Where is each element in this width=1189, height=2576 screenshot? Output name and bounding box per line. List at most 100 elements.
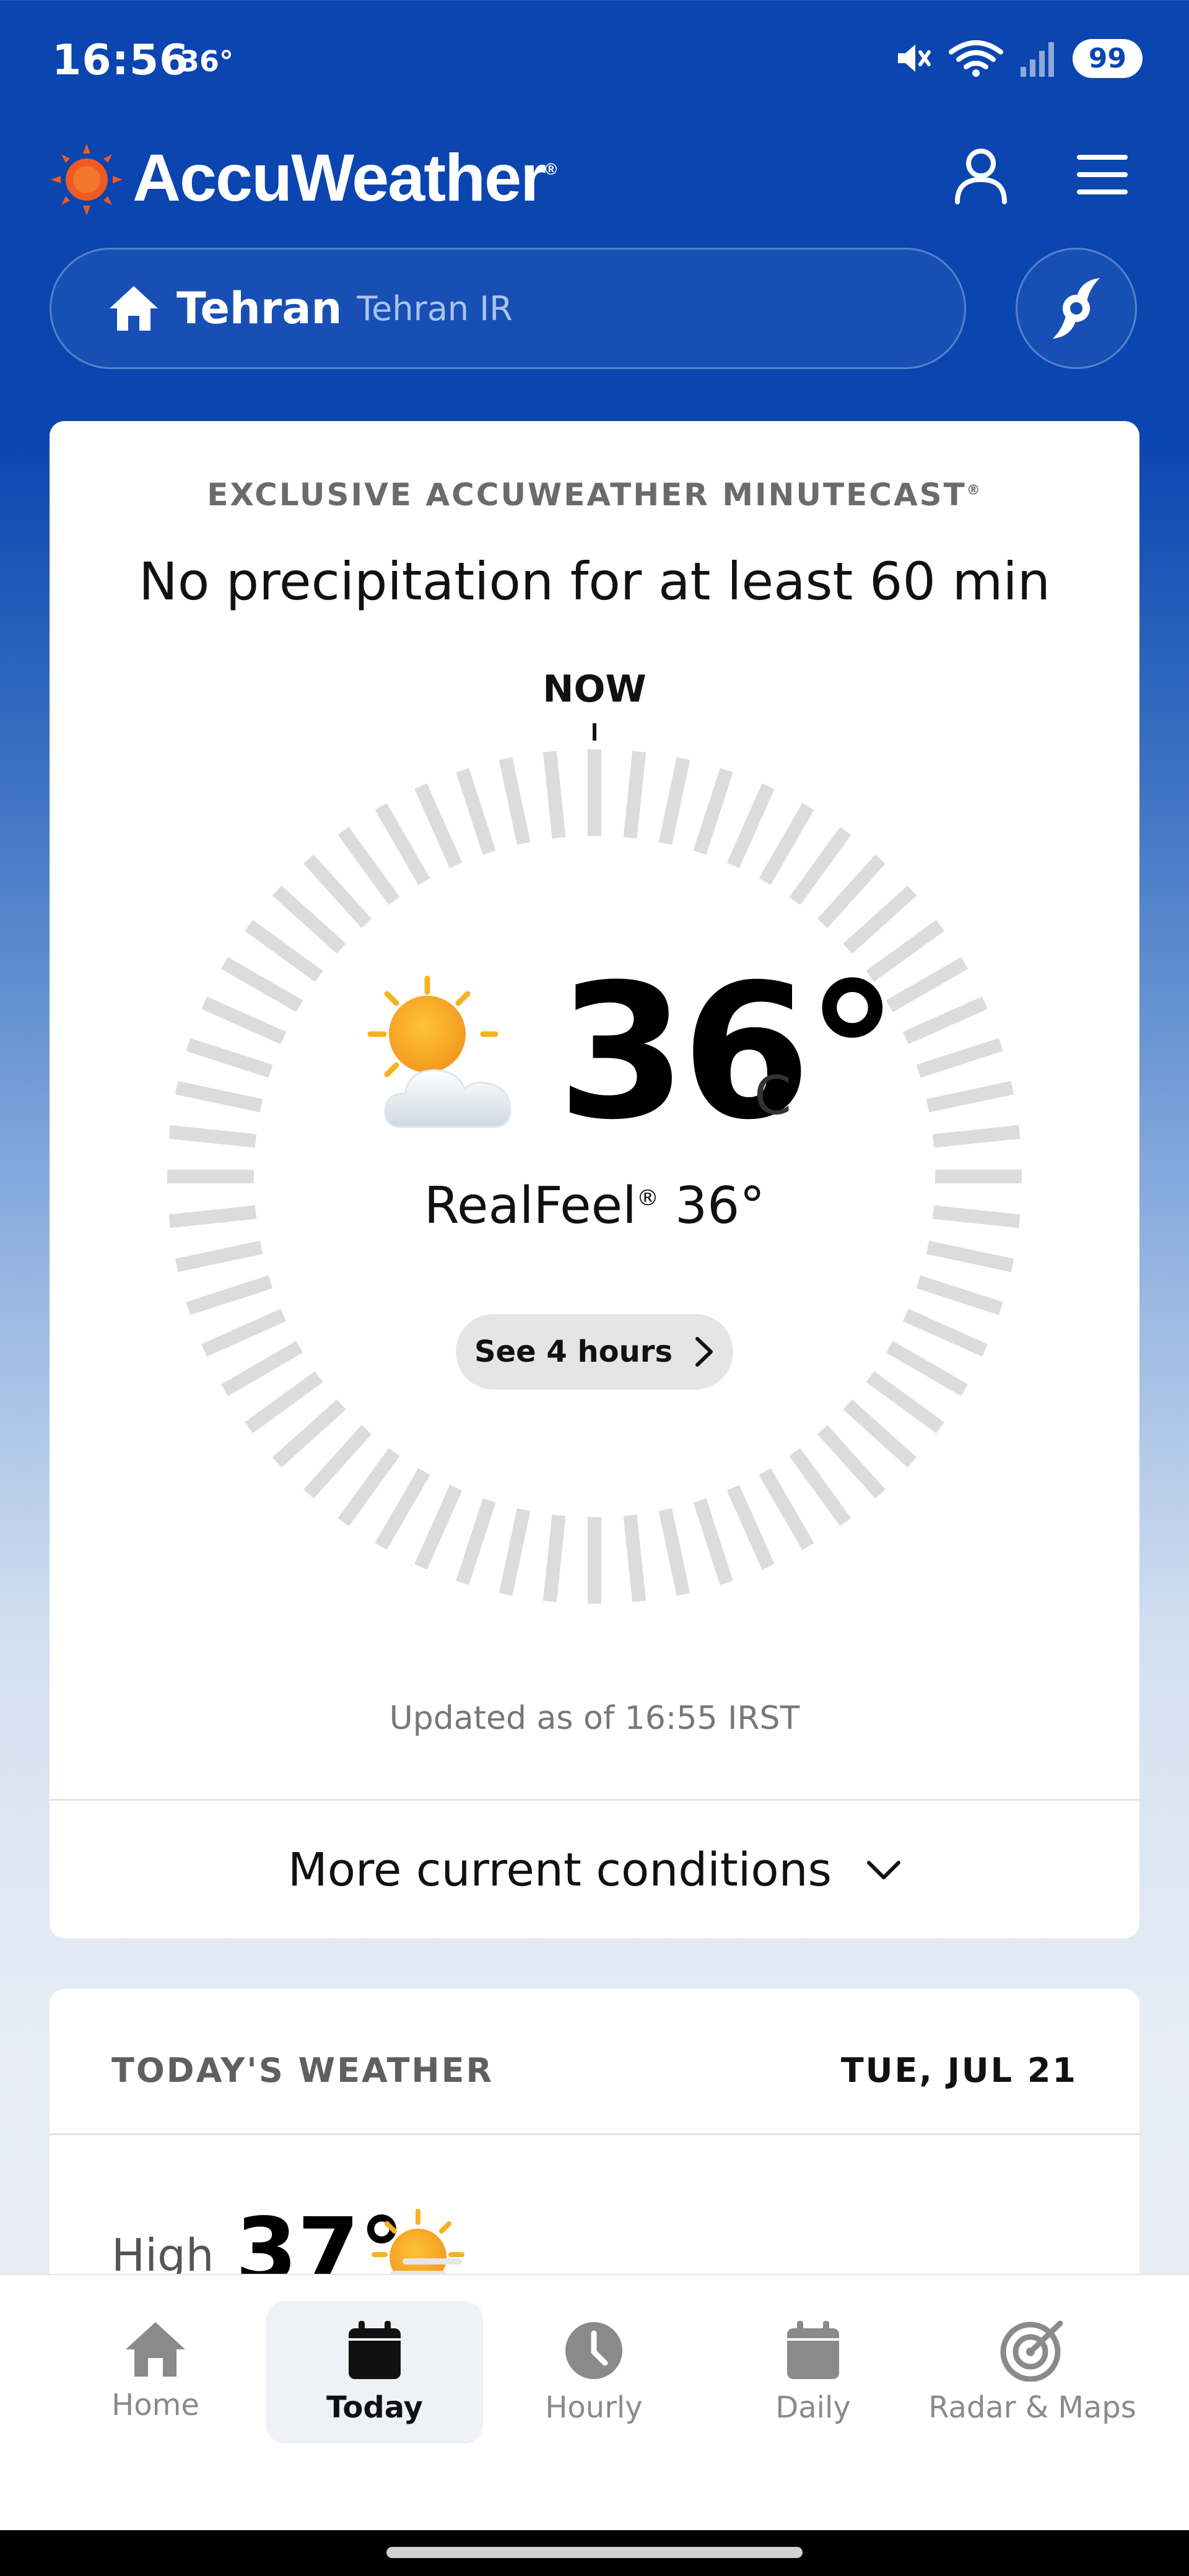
dial-tick bbox=[926, 1081, 1014, 1113]
dial-tick bbox=[886, 957, 969, 1012]
hurricane-tracker-button[interactable] bbox=[1016, 248, 1137, 369]
dial-tick bbox=[499, 757, 531, 845]
home-gesture-bar[interactable] bbox=[386, 2547, 803, 2558]
dial-tick bbox=[902, 996, 988, 1045]
menu-button[interactable] bbox=[1065, 137, 1139, 212]
dial-tick bbox=[414, 783, 463, 869]
see-hours-label: See 4 hours bbox=[474, 1334, 673, 1369]
signal-icon bbox=[1020, 42, 1054, 77]
dial-tick bbox=[303, 1425, 372, 1499]
todays-weather-title: TODAY'S WEATHER bbox=[111, 2051, 494, 2090]
location-region: Tehran IR bbox=[357, 289, 513, 328]
dial-tick bbox=[175, 1240, 263, 1273]
dial-tick bbox=[658, 1508, 690, 1596]
dial-tick bbox=[843, 1399, 917, 1468]
dial-tick bbox=[414, 1484, 463, 1570]
status-time: 16:56 bbox=[52, 36, 189, 85]
dial-tick bbox=[168, 1125, 257, 1148]
partly-sunny-icon bbox=[367, 975, 512, 1128]
dial-tick bbox=[272, 886, 346, 954]
see-hours-button[interactable]: See 4 hours bbox=[456, 1314, 733, 1390]
chevron-right-icon bbox=[695, 1337, 713, 1367]
dial-tick bbox=[499, 1508, 531, 1596]
dial-tick bbox=[201, 1308, 287, 1357]
calendar-icon bbox=[787, 2321, 839, 2379]
dial-tick bbox=[866, 1371, 944, 1434]
dial-tick bbox=[886, 1341, 969, 1396]
dial-tick bbox=[693, 768, 733, 855]
temperature-unit: C bbox=[754, 1065, 792, 1127]
nav-today[interactable]: Today bbox=[266, 2301, 483, 2443]
dial-tick bbox=[542, 751, 566, 839]
dial-tick bbox=[186, 1038, 273, 1078]
now-label: NOW bbox=[542, 668, 647, 711]
brand-logo-text: AccuWeather® bbox=[133, 140, 557, 215]
dial-tick bbox=[726, 1484, 775, 1570]
dial-tick bbox=[175, 1081, 263, 1113]
divider bbox=[50, 2133, 1139, 2135]
dial-tick bbox=[916, 1275, 1003, 1315]
nav-home-label: Home bbox=[111, 2388, 199, 2422]
clock-icon bbox=[565, 2322, 622, 2379]
dial-tick bbox=[623, 751, 647, 839]
dial-tick bbox=[932, 1125, 1021, 1148]
dial-tick bbox=[186, 1275, 273, 1315]
battery-badge: 99 bbox=[1072, 38, 1143, 78]
minutecast-title: EXCLUSIVE ACCUWEATHER MINUTECAST® bbox=[207, 477, 982, 513]
status-temp: 36° bbox=[180, 45, 234, 78]
dial-tick bbox=[220, 1341, 303, 1396]
dial-tick bbox=[456, 1498, 496, 1585]
dial-tick bbox=[338, 827, 400, 905]
dial-tick bbox=[726, 783, 775, 869]
dial-tick bbox=[789, 827, 851, 905]
dial-tick bbox=[902, 1308, 988, 1357]
todays-weather-date: TUE, JUL 21 bbox=[840, 2051, 1078, 2090]
dial-tick bbox=[759, 1468, 814, 1551]
profile-icon bbox=[955, 149, 1007, 204]
profile-button[interactable] bbox=[944, 137, 1018, 212]
dial-tick bbox=[759, 803, 814, 886]
dial-tick bbox=[542, 1514, 566, 1603]
dial-tick bbox=[456, 768, 496, 855]
dial-tick bbox=[245, 920, 323, 982]
realfeel: RealFeel® 36° bbox=[424, 1177, 765, 1235]
dial-tick bbox=[375, 803, 430, 886]
minutecast-summary: No precipitation for at least 60 min bbox=[138, 551, 1050, 612]
location-search-bar[interactable]: Tehran Tehran IR bbox=[50, 248, 966, 369]
dial-tick bbox=[789, 1448, 851, 1526]
dial-tick bbox=[201, 996, 287, 1045]
dial-tick bbox=[220, 957, 303, 1012]
dial-tick bbox=[817, 854, 886, 928]
menu-icon bbox=[1077, 155, 1128, 194]
dial-tick bbox=[693, 1498, 733, 1585]
nav-radar-maps-label: Radar & Maps bbox=[928, 2390, 1136, 2425]
nav-today-label: Today bbox=[326, 2390, 423, 2425]
hurricane-icon bbox=[1053, 278, 1100, 339]
dial-tick bbox=[817, 1425, 886, 1499]
more-current-conditions-button[interactable]: More current conditions bbox=[50, 1802, 1139, 1938]
dial-tick bbox=[843, 886, 917, 954]
radar-icon bbox=[1000, 2320, 1063, 2382]
status-icons: 99 bbox=[893, 38, 1143, 78]
location-name: Tehran bbox=[176, 283, 342, 334]
dial-tick bbox=[658, 757, 690, 845]
calendar-icon bbox=[349, 2321, 401, 2379]
accuweather-sun-icon bbox=[51, 144, 123, 215]
home-icon bbox=[126, 2322, 185, 2377]
mute-icon bbox=[897, 45, 931, 72]
dial-tick bbox=[375, 1468, 430, 1551]
nav-daily-label: Daily bbox=[775, 2390, 851, 2425]
home-icon bbox=[110, 286, 158, 331]
dial-tick bbox=[272, 1399, 346, 1468]
dial-tick bbox=[338, 1448, 400, 1526]
dial-tick bbox=[623, 1514, 647, 1603]
nav-radar-maps[interactable]: Radar & Maps bbox=[924, 2301, 1141, 2443]
nav-home[interactable]: Home bbox=[47, 2301, 264, 2443]
nav-hourly-label: Hourly bbox=[545, 2390, 643, 2425]
chevron-down-icon bbox=[867, 1861, 901, 1879]
current-temperature: 36° bbox=[557, 944, 899, 1160]
more-conditions-label: More current conditions bbox=[287, 1843, 832, 1897]
nav-hourly[interactable]: Hourly bbox=[486, 2301, 702, 2443]
divider bbox=[50, 1799, 1139, 1801]
nav-daily[interactable]: Daily bbox=[705, 2301, 921, 2443]
